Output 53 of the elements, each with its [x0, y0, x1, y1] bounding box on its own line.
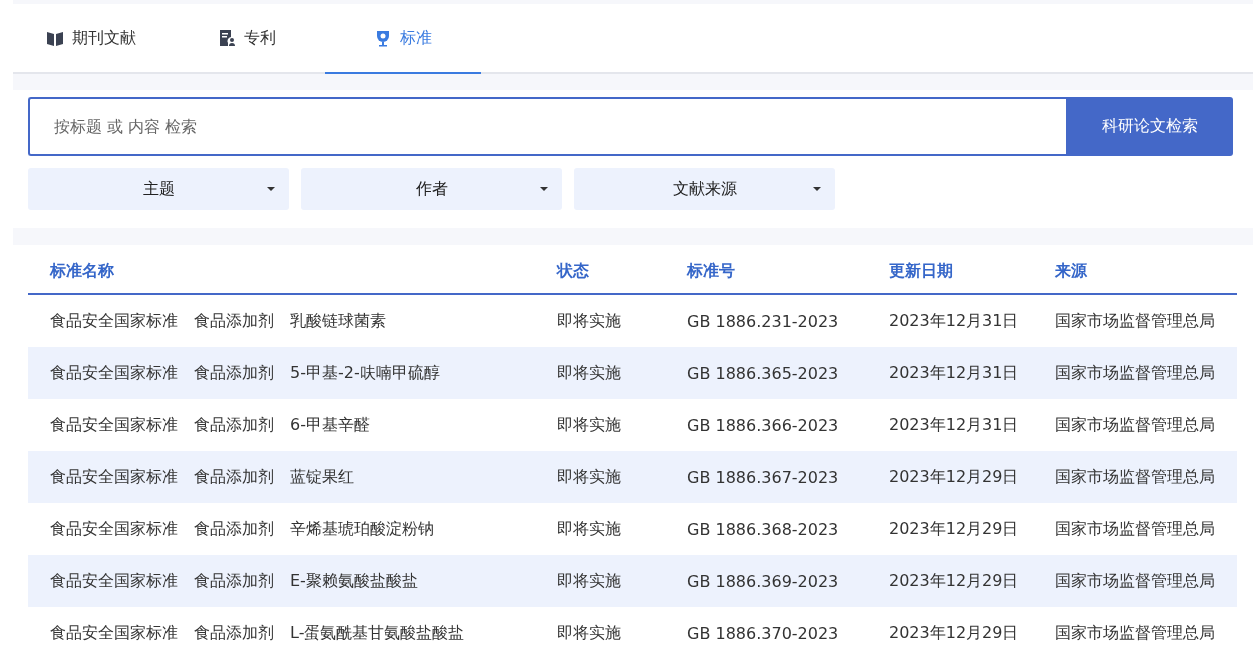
- table-cell-text: 即将实施: [557, 622, 622, 644]
- table-cell-text: GB 1886.370-2023: [687, 623, 840, 643]
- table-cell-text: 国家市场监督管理总局: [1055, 310, 1216, 332]
- table-cell-text: 国家市场监督管理总局: [1055, 414, 1216, 436]
- table-cell-text: 2023年12月31日: [889, 310, 1020, 332]
- table-cell-text: GB 1886.366-2023: [687, 415, 840, 435]
- document-icon: [218, 29, 236, 47]
- column-header: 标准名称: [48, 261, 115, 282]
- table-cell-text: 国家市场监督管理总局: [1055, 622, 1216, 644]
- column-header: 更新日期: [889, 261, 954, 282]
- table-cell-text: 2023年12月29日: [889, 518, 1020, 540]
- table-cell-text: 食品安全国家标准 食品添加剂 5-甲基-2-呋喃甲硫醇: [49, 362, 441, 384]
- caret-icon: [813, 187, 821, 191]
- filter-dropdown[interactable]: 主题: [28, 168, 289, 210]
- table-cell-text: 食品安全国家标准 食品添加剂 辛烯基琥珀酸淀粉钠: [49, 518, 435, 540]
- table-cell-text: 2023年12月31日: [889, 362, 1020, 384]
- column-header: 来源: [1055, 261, 1088, 282]
- table-cell-text: 即将实施: [557, 414, 622, 436]
- search-field[interactable]: 按标题 或 内容 检索: [28, 97, 1066, 156]
- table-cell-text: 即将实施: [557, 362, 622, 384]
- caret-icon: [540, 187, 548, 191]
- table-cell-text: GB 1886.365-2023: [687, 363, 840, 383]
- table-cell-text: 2023年12月29日: [889, 466, 1020, 488]
- tab[interactable]: 专利: [169, 4, 325, 74]
- table-cell-text: 即将实施: [557, 310, 622, 332]
- table-cell-text: 国家市场监督管理总局: [1055, 518, 1216, 540]
- table-cell-text: GB 1886.368-2023: [687, 519, 840, 539]
- table-cell-text: 即将实施: [557, 466, 622, 488]
- caret-icon: [267, 187, 275, 191]
- table-cell-text: 即将实施: [557, 518, 622, 540]
- table-cell-text: 国家市场监督管理总局: [1055, 570, 1216, 592]
- table-cell-text: 食品安全国家标准 食品添加剂 E-聚赖氨酸盐酸盐: [49, 570, 419, 592]
- table-cell-text: GB 1886.231-2023: [687, 311, 840, 331]
- table-cell-text: 国家市场监督管理总局: [1055, 362, 1216, 384]
- table-cell-text: 食品安全国家标准 食品添加剂 L-蛋氨酰基甘氨酸盐酸盐: [49, 622, 466, 644]
- filter-dropdown[interactable]: 文献来源: [574, 168, 835, 210]
- table-cell-text: 食品安全国家标准 食品添加剂 6-甲基辛醛: [49, 414, 371, 436]
- search-button[interactable]: 科研论文检索: [1066, 97, 1233, 156]
- filter-dropdown[interactable]: 作者: [301, 168, 562, 210]
- table-cell-text: 食品安全国家标准 食品添加剂 乳酸链球菌素: [49, 310, 387, 332]
- table-cell-text: 食品安全国家标准 食品添加剂 蓝锭果红: [49, 466, 355, 488]
- table-cell-text: 2023年12月31日: [889, 414, 1020, 436]
- table-cell-text: GB 1886.367-2023: [687, 467, 840, 487]
- column-header: 标准号: [687, 261, 736, 282]
- award-icon: [374, 29, 392, 47]
- table-cell-text: 国家市场监督管理总局: [1055, 466, 1216, 488]
- tab[interactable]: 期刊文献: [13, 4, 169, 74]
- book-icon: [46, 29, 64, 47]
- table-cell-text: 即将实施: [557, 570, 622, 592]
- table-cell-text: 2023年12月29日: [889, 570, 1020, 592]
- column-header: 状态: [557, 261, 590, 282]
- table-cell-text: GB 1886.369-2023: [687, 571, 840, 591]
- table-cell-text: 2023年12月29日: [889, 622, 1020, 644]
